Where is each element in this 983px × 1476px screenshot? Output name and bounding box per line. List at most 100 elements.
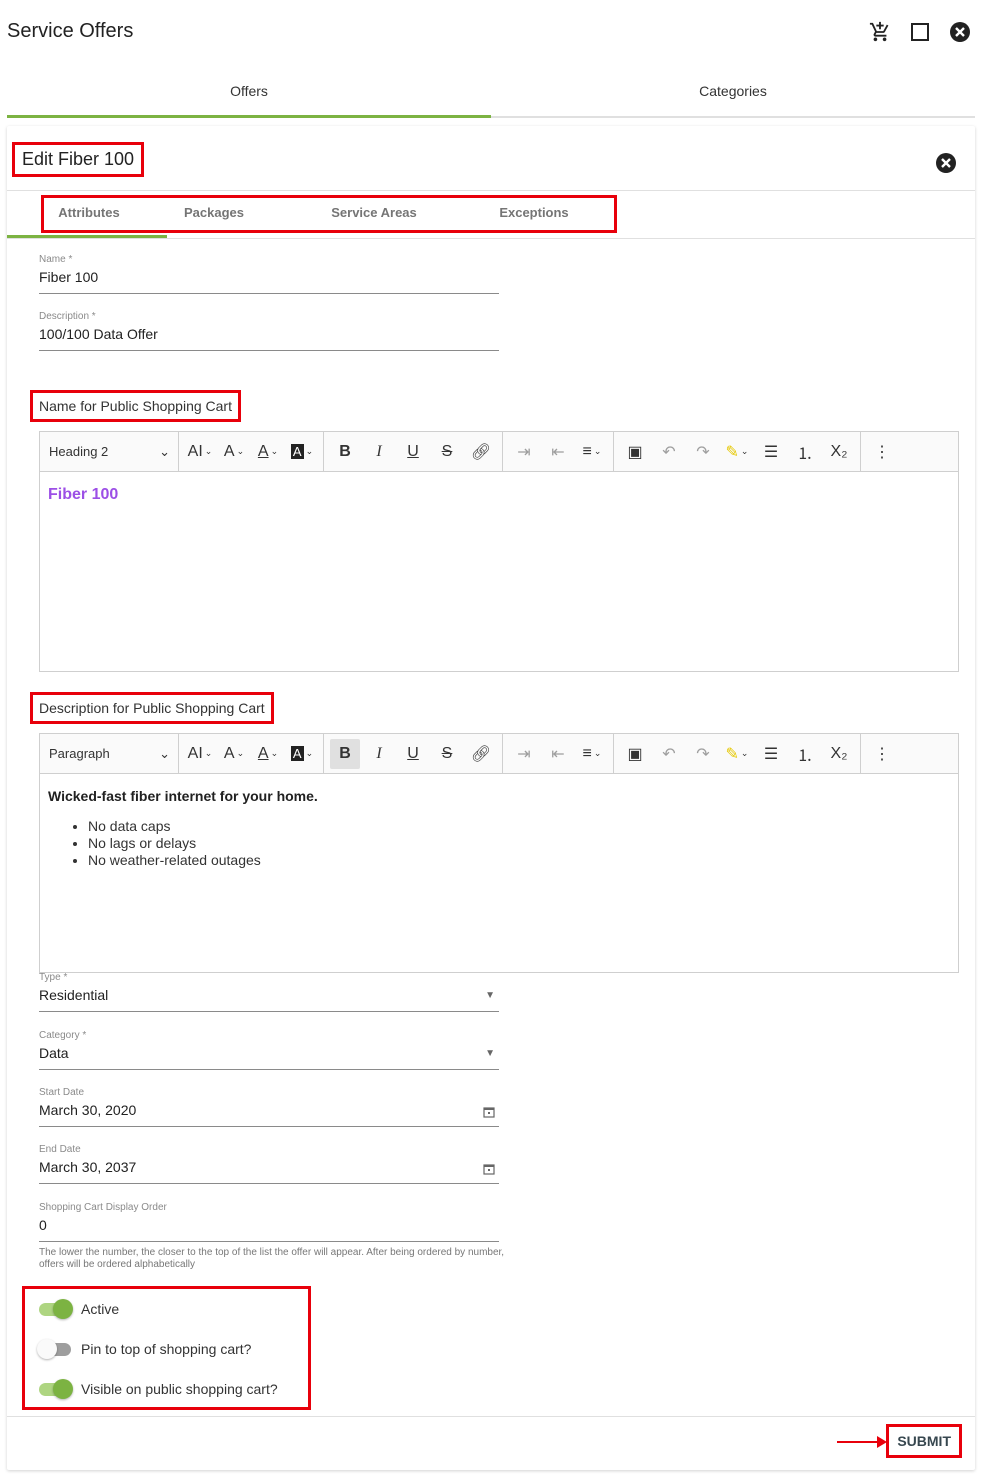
category-selected: Data — [39, 1045, 69, 1061]
align-button[interactable]: ≡ ⌄ — [577, 437, 607, 467]
visible-public-switch[interactable] — [37, 1379, 73, 1399]
outdent-button[interactable]: ⇤ — [543, 437, 573, 467]
description-input[interactable]: 100/100 Data Offer — [39, 326, 499, 351]
bullet-list-button[interactable]: ☰ — [756, 437, 786, 467]
pin-to-top-toggle[interactable]: Pin to top of shopping cart? — [37, 1339, 251, 1359]
dropdown-arrow-icon: ▼ — [485, 990, 495, 1001]
underline-button[interactable]: U — [398, 739, 428, 769]
tab-offers[interactable]: Offers — [7, 68, 491, 118]
list-item: No data caps — [88, 818, 950, 835]
add-to-cart-icon[interactable] — [867, 19, 893, 45]
close-card-icon[interactable] — [935, 152, 957, 174]
end-date-field[interactable]: End Date March 30, 2037 — [39, 1144, 499, 1184]
font-family-icon: A — [223, 744, 235, 762]
font-color-button[interactable]: A ⌄ — [253, 739, 283, 769]
tab-exceptions[interactable]: Exceptions — [454, 198, 614, 230]
font-family-button[interactable]: A ⌄ — [219, 437, 249, 467]
active-switch[interactable] — [37, 1299, 73, 1319]
visible-public-toggle[interactable]: Visible on public shopping cart? — [37, 1379, 278, 1399]
highlighter-icon: ✎ — [725, 745, 739, 763]
undo-button[interactable]: ↶ — [654, 739, 684, 769]
end-date-input[interactable]: March 30, 2037 — [39, 1159, 499, 1184]
font-size-button[interactable]: AI ⌄ — [185, 739, 215, 769]
sub-tabs-group: Attributes Packages Service Areas Except… — [41, 195, 617, 233]
close-circle-icon[interactable] — [947, 19, 973, 45]
app-title: Service Offers — [7, 20, 134, 42]
strikethrough-button[interactable]: S — [432, 739, 462, 769]
bold-button[interactable]: B — [330, 437, 360, 467]
window-controls — [867, 19, 973, 45]
more-vertical-icon: ⋮ — [874, 443, 890, 461]
font-size-button[interactable]: AI ⌄ — [185, 437, 215, 467]
italic-button[interactable]: I — [364, 437, 394, 467]
block-format-select[interactable]: Paragraph ⌄ — [40, 746, 178, 762]
align-button[interactable]: ≡ ⌄ — [577, 739, 607, 769]
block-format-select[interactable]: Heading 2 ⌄ — [40, 444, 178, 460]
display-order-input[interactable]: 0 — [39, 1217, 499, 1242]
bold-button[interactable]: B — [330, 738, 360, 769]
display-order-field[interactable]: Shopping Cart Display Order 0 — [39, 1202, 499, 1242]
subscript-button[interactable]: X₂ — [824, 437, 854, 467]
image-button[interactable]: ▣ — [620, 437, 650, 467]
undo-button[interactable]: ↶ — [654, 437, 684, 467]
indent-button[interactable]: ⇥ — [509, 739, 539, 769]
name-input[interactable]: Fiber 100 — [39, 269, 499, 294]
font-family-button[interactable]: A ⌄ — [219, 739, 249, 769]
name-field[interactable]: Name * Fiber 100 — [39, 254, 499, 294]
highlight-button[interactable]: ✎ ⌄ — [722, 437, 752, 467]
undo-icon: ↶ — [662, 443, 676, 461]
outdent-button[interactable]: ⇤ — [543, 739, 573, 769]
more-options-button[interactable]: ⋮ — [867, 437, 897, 467]
font-color-button[interactable]: A ⌄ — [253, 437, 283, 467]
image-icon: ▣ — [627, 443, 643, 461]
start-date-field[interactable]: Start Date March 30, 2020 — [39, 1087, 499, 1127]
maximize-icon[interactable] — [907, 19, 933, 45]
category-value[interactable]: Data ▼ — [39, 1045, 499, 1070]
editor-toolbar: Heading 2 ⌄ AI ⌄ A ⌄ A ⌄ A ⌄ B I U S 🔗︎ ⇥ ⇤ … — [40, 432, 958, 472]
numbered-list-icon: ⒈ — [796, 445, 813, 463]
submit-button[interactable]: SUBMIT — [886, 1424, 962, 1458]
subscript-button[interactable]: X₂ — [824, 739, 854, 769]
calendar-icon[interactable] — [483, 1162, 495, 1178]
active-toggle[interactable]: Active — [37, 1299, 119, 1319]
highlighter-icon: ✎ — [725, 443, 739, 461]
font-family-icon: A — [223, 442, 235, 460]
tab-attributes[interactable]: Attributes — [44, 198, 134, 230]
description-field[interactable]: Description * 100/100 Data Offer — [39, 311, 499, 351]
redo-button[interactable]: ↷ — [688, 437, 718, 467]
public-description-content[interactable]: Wicked-fast fiber internet for your home… — [40, 774, 958, 883]
calendar-icon[interactable] — [483, 1105, 495, 1121]
underline-button[interactable]: U — [398, 437, 428, 467]
type-select[interactable]: Type * Residential ▼ — [39, 972, 499, 1012]
link-button[interactable]: 🔗︎ — [466, 739, 496, 769]
redo-button[interactable]: ↷ — [688, 739, 718, 769]
highlight-button[interactable]: ✎ ⌄ — [722, 739, 752, 769]
public-name-content[interactable]: Fiber 100 — [40, 472, 958, 518]
indent-button[interactable]: ⇥ — [509, 437, 539, 467]
tab-service-areas[interactable]: Service Areas — [294, 198, 454, 230]
chevron-down-icon: ⌄ — [159, 745, 170, 761]
category-select[interactable]: Category * Data ▼ — [39, 1030, 499, 1070]
link-button[interactable]: 🔗︎ — [466, 437, 496, 467]
bold-icon: B — [339, 442, 351, 460]
numbered-list-button[interactable]: ⒈ — [790, 437, 820, 467]
italic-button[interactable]: I — [364, 739, 394, 769]
tab-categories[interactable]: Categories — [491, 68, 975, 116]
underline-icon: U — [407, 442, 419, 460]
type-value[interactable]: Residential ▼ — [39, 987, 499, 1012]
link-icon: 🔗︎ — [470, 745, 492, 763]
numbered-list-button[interactable]: ⒈ — [790, 739, 820, 769]
strikethrough-button[interactable]: S — [432, 437, 462, 467]
start-date-value: March 30, 2020 — [39, 1102, 137, 1118]
bullet-list-button[interactable]: ☰ — [756, 739, 786, 769]
toggles-group: Active Pin to top of shopping cart? Visi… — [22, 1286, 311, 1410]
background-color-button[interactable]: A ⌄ — [287, 739, 317, 769]
background-color-button[interactable]: A ⌄ — [287, 437, 317, 467]
tab-packages[interactable]: Packages — [134, 198, 294, 230]
start-date-input[interactable]: March 30, 2020 — [39, 1102, 499, 1127]
image-button[interactable]: ▣ — [620, 739, 650, 769]
pin-to-top-switch[interactable] — [37, 1339, 73, 1359]
more-options-button[interactable]: ⋮ — [867, 739, 897, 769]
block-format-value: Heading 2 — [49, 444, 109, 459]
type-selected: Residential — [39, 987, 109, 1003]
